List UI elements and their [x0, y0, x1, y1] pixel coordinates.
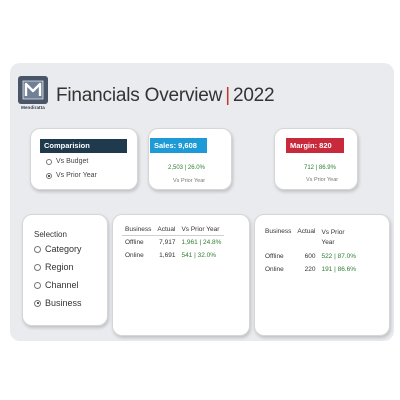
cell-business: Offline — [265, 252, 284, 260]
radio-selected-icon — [34, 299, 41, 307]
option-label: Vs Budget — [56, 158, 89, 165]
comparison-option-vs-budget[interactable]: Vs Budget — [46, 158, 88, 165]
option-label: Channel — [45, 280, 79, 290]
sales-kpi-header: Sales: 9,608 — [150, 138, 207, 153]
radio-icon — [46, 158, 52, 165]
selection-option-channel[interactable]: Channel — [34, 280, 79, 290]
logo-m-icon — [22, 80, 44, 100]
table-row: Offline 600 522 | 87.0% — [262, 250, 359, 263]
radio-icon — [34, 281, 41, 289]
table-row: Offline 7,917 1,961 | 24.8% — [122, 236, 224, 250]
cell-actual: 1,691 — [159, 252, 176, 259]
title-main: Financials Overview — [56, 85, 223, 106]
radio-icon — [34, 263, 41, 271]
table-row: Online 1,691 541 | 32.0% — [122, 249, 224, 262]
option-label: Region — [45, 262, 74, 272]
cell-vs-prior-year: 522 | 87.0% — [321, 252, 357, 260]
margin-kpi-header: Margin: 820 — [286, 138, 344, 153]
page-title: Financials Overview | 2022 — [56, 85, 275, 107]
cell-business: Offline — [125, 239, 144, 246]
column-header-business[interactable]: Business — [262, 226, 294, 250]
column-header-actual[interactable]: Actual — [294, 226, 318, 250]
column-header-business[interactable]: Business — [122, 224, 154, 236]
margin-table: Business Actual Vs Prior Year Offline 60… — [262, 226, 359, 276]
margin-kpi-delta: 712 | 86.9% — [304, 165, 336, 171]
column-header-vs-prior-year[interactable]: Vs Prior Year — [318, 226, 359, 250]
cell-vs-prior-year: 191 | 86.6% — [321, 265, 357, 273]
radio-icon — [34, 245, 41, 253]
option-label: Category — [45, 244, 82, 254]
cell-vs-prior-year: 541 | 32.0% — [181, 252, 217, 259]
option-label: Vs Prior Year — [56, 172, 97, 179]
cell-actual: 600 — [304, 252, 316, 260]
cell-actual: 7,917 — [159, 239, 176, 246]
cell-vs-prior-year: 1,961 | 24.8% — [181, 239, 222, 246]
selection-option-region[interactable]: Region — [34, 262, 74, 272]
table-row: Online 220 191 | 86.6% — [262, 263, 359, 276]
selection-label: Selection — [34, 230, 67, 239]
table-header-row: Business Actual Vs Prior Year — [122, 224, 225, 236]
logo-text: Mendiratta — [21, 105, 45, 110]
column-header-actual[interactable]: Actual — [154, 224, 178, 236]
selection-option-category[interactable]: Category — [34, 244, 82, 254]
brand-logo: Mendiratta — [18, 76, 48, 113]
sales-kpi-caption: Vs Prior Year — [173, 178, 206, 184]
radio-selected-icon — [46, 172, 52, 179]
selection-option-business[interactable]: Business — [34, 298, 82, 308]
margin-kpi-caption: Vs Prior Year — [306, 177, 339, 183]
comparison-option-vs-prior-year[interactable]: Vs Prior Year — [46, 172, 97, 179]
logo-mark — [18, 76, 48, 104]
sales-kpi-delta: 2,503 | 26.0% — [168, 165, 205, 171]
cell-actual: 220 — [304, 265, 316, 273]
sales-table: Business Actual Vs Prior Year Offline 7,… — [122, 224, 225, 262]
column-header-vs-prior-year[interactable]: Vs Prior Year — [178, 224, 224, 236]
option-label: Business — [45, 298, 82, 308]
title-year: 2022 — [232, 85, 275, 106]
cell-business: Online — [125, 252, 144, 259]
table-header-row: Business Actual Vs Prior Year — [262, 226, 359, 250]
cell-business: Online — [265, 265, 284, 273]
title-separator: | — [225, 85, 230, 106]
comparison-header: Comparision — [40, 139, 127, 153]
